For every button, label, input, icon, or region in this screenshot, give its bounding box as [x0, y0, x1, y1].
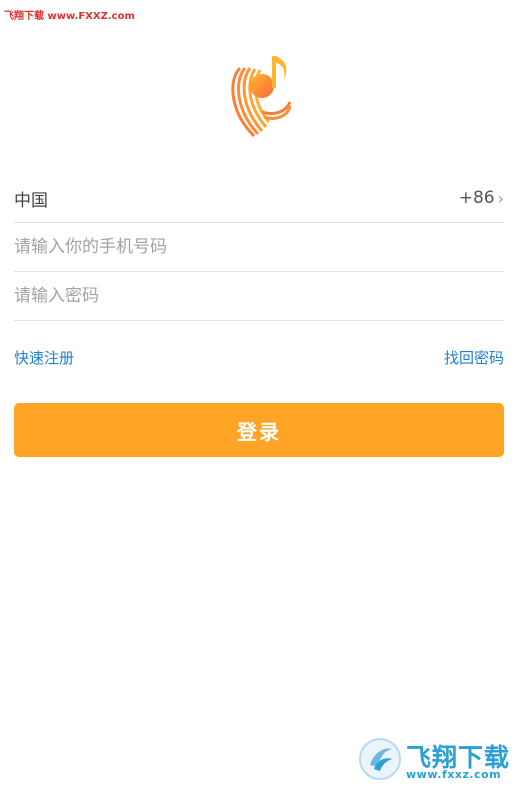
fxxz-logo-icon [359, 738, 401, 780]
login-page: 飞翔下载 www.FXXZ.com 中国 +86 › 请输入你的手机号码 快速注… [0, 0, 522, 793]
forgot-password-link[interactable]: 找回密码 [444, 347, 504, 368]
country-label: 中国 [14, 190, 48, 211]
login-button[interactable]: 登录 [14, 403, 504, 457]
register-link[interactable]: 快速注册 [14, 347, 74, 368]
phone-field-row [14, 223, 504, 272]
password-field-row [14, 272, 504, 321]
password-input[interactable] [14, 286, 504, 306]
watermark-badge-url: www.fxxz.com [406, 768, 502, 781]
country-code: +86 › [459, 188, 504, 208]
chevron-right-icon: › [497, 188, 504, 208]
country-code-value: +86 [458, 188, 495, 208]
country-selector[interactable]: 中国 +86 › [14, 174, 504, 223]
watermark-top: 飞翔下载 www.FXXZ.com [4, 11, 135, 22]
phone-input[interactable] [14, 237, 504, 257]
music-note-logo-icon [231, 56, 292, 138]
